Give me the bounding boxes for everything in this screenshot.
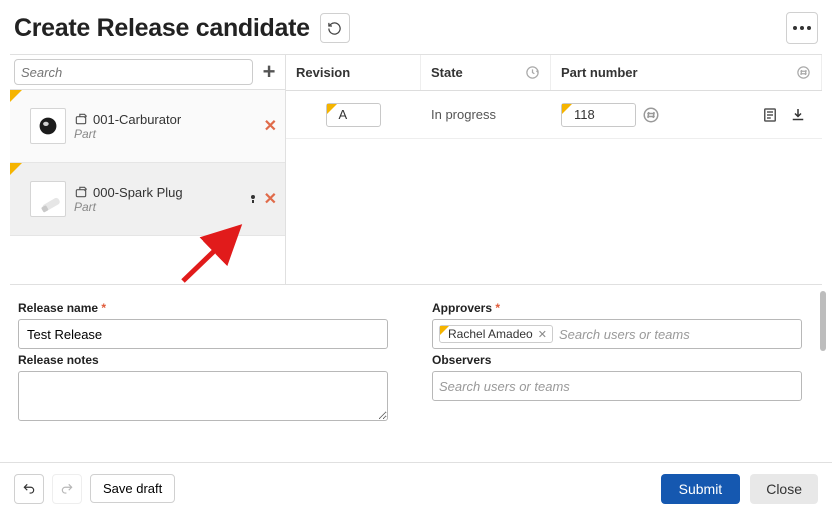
add-item-button[interactable]: +: [253, 56, 285, 88]
required-mark: *: [495, 301, 500, 315]
modified-flag-icon: [10, 90, 22, 102]
part-type: Part: [74, 127, 256, 141]
part-name: 001-Carburator: [93, 112, 181, 127]
scrollbar[interactable]: [820, 291, 826, 351]
modified-flag-icon: [10, 163, 22, 175]
main-area: + 001-Carburator Part: [10, 54, 822, 284]
release-notes-textarea[interactable]: [18, 371, 388, 421]
redo-button[interactable]: [52, 474, 82, 504]
submit-button[interactable]: Submit: [661, 474, 741, 504]
approver-chip[interactable]: Rachel Amadeo ✕: [439, 325, 553, 343]
part-thumbnail: [30, 181, 66, 217]
column-header-state[interactable]: State: [421, 55, 551, 90]
history-icon: [525, 65, 540, 80]
release-name-label: Release name: [18, 301, 98, 315]
ellipsis-icon: [793, 26, 811, 30]
refresh-button[interactable]: [320, 13, 350, 43]
detail-row: A In progress 118: [286, 91, 822, 139]
detail-grid: Revision State Part number: [285, 55, 822, 284]
approvers-label: Approvers: [432, 301, 492, 315]
generate-number-button[interactable]: [642, 106, 660, 124]
column-header-revision[interactable]: Revision: [286, 55, 421, 90]
sidebar: + 001-Carburator Part: [10, 55, 285, 284]
remove-item-button[interactable]: ✕: [264, 116, 277, 136]
close-button[interactable]: Close: [750, 474, 818, 504]
redo-icon: [60, 482, 74, 496]
release-name-input[interactable]: [18, 319, 388, 349]
dialog-footer: Save draft Submit Close: [0, 462, 832, 514]
revision-input[interactable]: A: [326, 103, 381, 127]
download-button[interactable]: [789, 106, 807, 124]
part-icon: [74, 185, 88, 199]
observers-input[interactable]: Search users or teams: [432, 371, 802, 401]
state-value: In progress: [421, 107, 551, 122]
warning-icon: [248, 194, 258, 204]
dialog: Create Release candidate +: [0, 0, 832, 514]
part-thumbnail: [30, 108, 66, 144]
observers-placeholder: Search users or teams: [439, 379, 570, 394]
part-icon: [74, 112, 88, 126]
modified-flag-icon: [440, 326, 449, 335]
hash-icon: [796, 65, 811, 80]
modified-flag-icon: [562, 104, 572, 114]
remove-item-button[interactable]: ✕: [264, 189, 277, 209]
refresh-icon: [327, 21, 342, 36]
modified-flag-icon: [327, 104, 337, 114]
notes-button[interactable]: [761, 106, 779, 124]
dialog-title: Create Release candidate: [14, 14, 310, 43]
column-header-part-number[interactable]: Part number: [551, 55, 822, 90]
part-number-input[interactable]: 118: [561, 103, 636, 127]
release-notes-label: Release notes: [18, 353, 400, 367]
approvers-placeholder: Search users or teams: [559, 327, 690, 342]
remove-chip-button[interactable]: ✕: [538, 328, 547, 341]
undo-icon: [22, 482, 36, 496]
save-draft-button[interactable]: Save draft: [90, 474, 175, 503]
required-mark: *: [101, 301, 106, 315]
approvers-input[interactable]: Rachel Amadeo ✕ Search users or teams: [432, 319, 802, 349]
observers-label: Observers: [432, 353, 814, 367]
undo-button[interactable]: [14, 474, 44, 504]
part-type: Part: [74, 200, 240, 214]
part-name: 000-Spark Plug: [93, 185, 183, 200]
form-area: Release name * Release notes Approvers *…: [10, 284, 822, 429]
search-input[interactable]: [14, 59, 253, 85]
title-bar: Create Release candidate: [10, 8, 822, 54]
part-list-item[interactable]: 000-Spark Plug Part ✕: [10, 163, 285, 236]
part-list-item[interactable]: 001-Carburator Part ✕: [10, 90, 285, 163]
more-menu-button[interactable]: [786, 12, 818, 44]
plus-icon: +: [263, 59, 276, 85]
